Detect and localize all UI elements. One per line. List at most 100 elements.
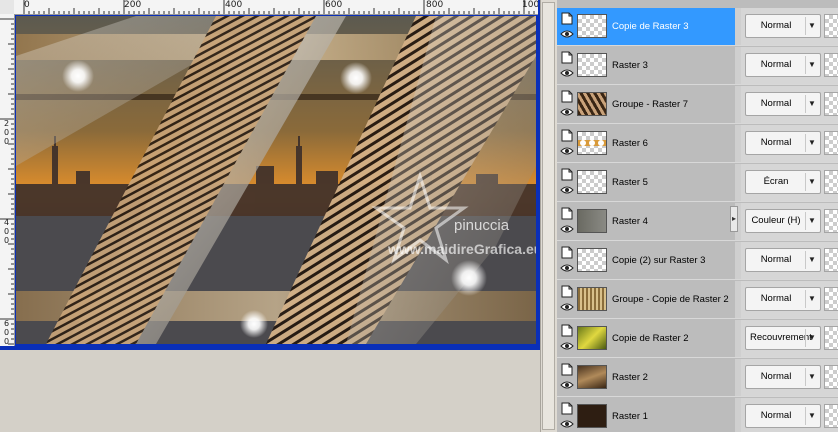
chevron-down-icon[interactable]: ▼ (805, 17, 818, 35)
layer-thumbnail[interactable] (577, 248, 607, 272)
layer-name-area[interactable]: Raster 6 (557, 125, 735, 162)
layer-type-icon[interactable] (561, 51, 573, 64)
layer-opacity-swatch[interactable] (824, 326, 838, 350)
blend-mode-dropdown[interactable]: Normal ▼ (745, 287, 821, 311)
layer-type-icon[interactable] (561, 12, 573, 25)
layer-opacity-swatch[interactable] (824, 248, 838, 272)
layer-row[interactable]: Raster 2 Normal ▼ (557, 359, 838, 397)
layer-opacity-swatch[interactable] (824, 287, 838, 311)
layer-type-icon[interactable] (561, 129, 573, 142)
ruler-label: 0 (3, 328, 10, 337)
visibility-eye-icon[interactable] (560, 419, 574, 429)
blend-mode-dropdown[interactable]: Normal ▼ (745, 365, 821, 389)
layer-blend-area: Normal ▼ (735, 281, 838, 318)
layer-row[interactable]: Raster 6 Normal ▼ (557, 125, 838, 163)
scrollbar-thumb[interactable] (542, 2, 555, 430)
layer-thumbnail[interactable] (577, 404, 607, 428)
layer-opacity-swatch[interactable] (824, 14, 838, 38)
layer-type-icon[interactable] (561, 363, 573, 376)
chevron-down-icon[interactable]: ▼ (805, 56, 818, 74)
visibility-eye-icon[interactable] (560, 107, 574, 117)
layer-name-area[interactable]: Raster 2 (557, 359, 735, 396)
ruler-label: 2 (3, 119, 10, 128)
blend-mode-value: Normal (760, 59, 792, 70)
layer-name-area[interactable]: Copie de Raster 3 (557, 8, 735, 45)
layer-opacity-swatch[interactable] (824, 170, 838, 194)
visibility-eye-icon[interactable] (560, 302, 574, 312)
artwork-image[interactable]: pinuccia www.maidireGrafica.eu (16, 16, 536, 344)
layer-name-area[interactable]: Copie (2) sur Raster 3 (557, 242, 735, 279)
visibility-eye-icon[interactable] (560, 185, 574, 195)
layer-thumbnail[interactable] (577, 92, 607, 116)
chevron-down-icon[interactable]: ▼ (805, 95, 818, 113)
layer-opacity-swatch[interactable] (824, 404, 838, 428)
layer-name-area[interactable]: Raster 3 (557, 47, 735, 84)
layer-thumbnail[interactable] (577, 365, 607, 389)
chevron-down-icon[interactable]: ▼ (805, 173, 818, 191)
layer-row[interactable]: Copie de Raster 2 Recouvrement ▼ (557, 320, 838, 358)
visibility-eye-icon[interactable] (560, 341, 574, 351)
visibility-eye-icon[interactable] (560, 29, 574, 39)
blend-mode-dropdown[interactable]: Écran ▼ (745, 170, 821, 194)
blend-mode-dropdown[interactable]: Normal ▼ (745, 404, 821, 428)
layer-thumbnail[interactable] (577, 131, 607, 155)
layer-blend-area: Normal ▼ (735, 125, 838, 162)
visibility-eye-icon[interactable] (560, 380, 574, 390)
chevron-down-icon[interactable]: ▼ (805, 290, 818, 308)
layer-thumbnail[interactable] (577, 209, 607, 233)
collapse-arrow-icon[interactable]: ▸ (730, 206, 738, 232)
layer-name: Raster 1 (612, 411, 648, 422)
layer-type-icon[interactable] (561, 90, 573, 103)
layer-row[interactable]: Raster 1 Normal ▼ (557, 398, 838, 432)
layer-name-area[interactable]: Groupe - Raster 7 (557, 86, 735, 123)
layer-row[interactable]: Groupe - Copie de Raster 2 Normal ▼ (557, 281, 838, 319)
layer-name-area[interactable]: Groupe - Copie de Raster 2 (557, 281, 735, 318)
layer-row[interactable]: Raster 4 Couleur (H) ▼ (557, 203, 838, 241)
chevron-down-icon[interactable]: ▼ (805, 134, 818, 152)
layer-row[interactable]: Raster 3 Normal ▼ (557, 47, 838, 85)
layer-name-area[interactable]: Raster 5 (557, 164, 735, 201)
chevron-down-icon[interactable]: ▼ (805, 251, 818, 269)
layer-row[interactable]: Copie (2) sur Raster 3 Normal ▼ (557, 242, 838, 280)
blend-mode-dropdown[interactable]: Recouvrement ▼ (745, 326, 821, 350)
layer-thumbnail[interactable] (577, 14, 607, 38)
blend-mode-dropdown[interactable]: Normal ▼ (745, 131, 821, 155)
layer-name-area[interactable]: Raster 1 (557, 398, 735, 432)
layer-type-icon[interactable] (561, 402, 573, 415)
layer-opacity-swatch[interactable] (824, 365, 838, 389)
visibility-eye-icon[interactable] (560, 263, 574, 273)
layer-type-icon[interactable] (561, 285, 573, 298)
layer-opacity-swatch[interactable] (824, 53, 838, 77)
layer-name-area[interactable]: Copie de Raster 2 (557, 320, 735, 357)
layer-opacity-swatch[interactable] (824, 92, 838, 116)
blend-mode-dropdown[interactable]: Normal ▼ (745, 14, 821, 38)
layer-type-icon[interactable] (561, 324, 573, 337)
layer-thumbnail[interactable] (577, 287, 607, 311)
layer-name: Raster 3 (612, 60, 648, 71)
layer-row[interactable]: Copie de Raster 3 Normal ▼ (557, 8, 838, 46)
blend-mode-dropdown[interactable]: Normal ▼ (745, 248, 821, 272)
layer-type-icon[interactable] (561, 168, 573, 181)
visibility-eye-icon[interactable] (560, 146, 574, 156)
layer-type-icon[interactable] (561, 246, 573, 259)
chevron-down-icon[interactable]: ▼ (805, 329, 818, 347)
layer-type-icon[interactable] (561, 207, 573, 220)
blend-mode-dropdown[interactable]: Couleur (H) ▼ (745, 209, 821, 233)
layer-row[interactable]: Groupe - Raster 7 Normal ▼ (557, 86, 838, 124)
layer-thumbnail[interactable] (577, 326, 607, 350)
layer-opacity-swatch[interactable] (824, 209, 838, 233)
vertical-scrollbar[interactable] (540, 0, 557, 432)
layer-thumbnail[interactable] (577, 170, 607, 194)
blend-mode-dropdown[interactable]: Normal ▼ (745, 53, 821, 77)
chevron-down-icon[interactable]: ▼ (805, 368, 818, 386)
layer-row[interactable]: Raster 5 Écran ▼ (557, 164, 838, 202)
chevron-down-icon[interactable]: ▼ (805, 407, 818, 425)
visibility-eye-icon[interactable] (560, 68, 574, 78)
layer-opacity-swatch[interactable] (824, 131, 838, 155)
blend-mode-dropdown[interactable]: Normal ▼ (745, 92, 821, 116)
ruler-label: 0 (3, 236, 10, 245)
visibility-eye-icon[interactable] (560, 224, 574, 234)
layer-thumbnail[interactable] (577, 53, 607, 77)
layer-name-area[interactable]: Raster 4 (557, 203, 735, 240)
chevron-down-icon[interactable]: ▼ (805, 212, 818, 230)
